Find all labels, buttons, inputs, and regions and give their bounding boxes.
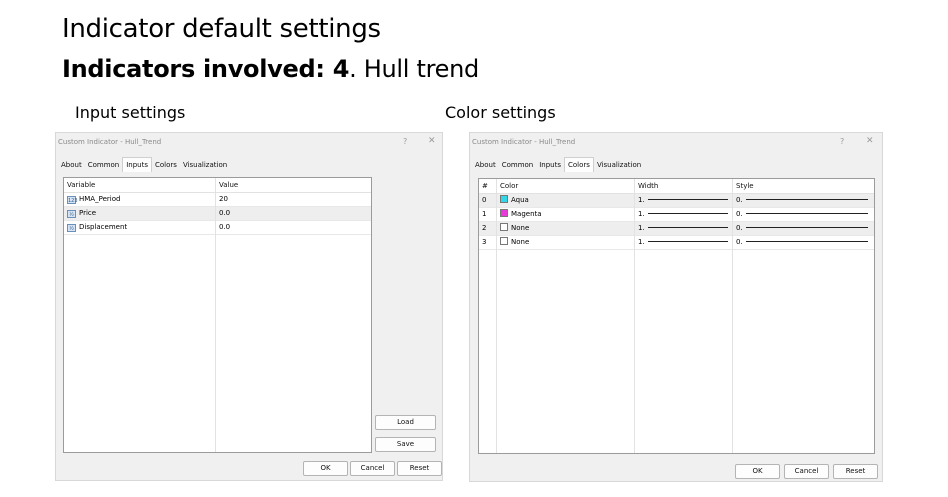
load-button[interactable]: Load [375,415,436,430]
ok-button[interactable]: OK [303,461,348,476]
variable-name: Displacement [79,223,128,231]
cancel-button[interactable]: Cancel [350,461,395,476]
row-index: 1 [482,210,487,218]
input-settings-caption: Input settings [75,103,186,122]
style-line-sample [745,199,868,200]
line-style[interactable]: 0. [736,210,743,218]
tab-visualization[interactable]: Visualization [594,159,644,171]
style-line-sample [745,241,868,242]
row-index: 0 [482,196,487,204]
save-button[interactable]: Save [375,437,436,452]
color-name[interactable]: Aqua [511,196,529,204]
color-name[interactable]: None [511,238,529,246]
double-type-icon: ½ [67,210,76,218]
table-row[interactable]: ½ Price 0.0 [64,207,371,221]
variable-value[interactable]: 0.0 [216,207,230,220]
column-index[interactable]: # [479,179,497,193]
variable-name: Price [79,209,97,217]
ok-button[interactable]: OK [735,464,780,479]
column-divider [215,178,216,452]
tab-colors[interactable]: Colors [564,157,594,172]
color-settings-caption: Color settings [445,103,556,122]
inputs-table: Variable Value 123HMA_Period 20 ½ Price 0… [63,177,372,453]
inputs-dialog: Custom Indicator - Hull_Trend ? ✕ About … [55,132,443,481]
table-row[interactable]: 3 None 1. 0. [479,236,874,250]
width-line-sample [647,241,728,242]
colors-table: # Color Width Style 0 Aqua 1. 0. 1 Magen… [478,178,875,454]
color-swatch[interactable] [500,195,508,203]
table-header: Variable Value [64,178,371,193]
width-line-sample [647,227,728,228]
slide-subtitle: Indicators involved: 4. Hull trend [62,55,479,83]
width-line-sample [647,199,728,200]
tab-inputs[interactable]: Inputs [122,157,153,172]
line-width[interactable]: 1. [638,210,645,218]
tab-about[interactable]: About [58,159,85,171]
reset-button[interactable]: Reset [833,464,878,479]
column-divider [732,179,733,453]
help-icon[interactable]: ? [403,137,407,146]
line-style[interactable]: 0. [736,196,743,204]
color-name[interactable]: None [511,224,529,232]
line-width[interactable]: 1. [638,238,645,246]
width-line-sample [647,213,728,214]
column-style[interactable]: Style [733,179,872,193]
column-divider [496,179,497,453]
line-width[interactable]: 1. [638,196,645,204]
subtitle-bold: Indicators involved: 4 [62,55,350,83]
tab-inputs[interactable]: Inputs [536,159,564,171]
color-name[interactable]: Magenta [511,210,542,218]
table-row[interactable]: 2 None 1. 0. [479,222,874,236]
cancel-button[interactable]: Cancel [784,464,829,479]
tab-about[interactable]: About [472,159,499,171]
color-swatch[interactable] [500,237,508,245]
colors-dialog: Custom Indicator - Hull_Trend ? ✕ About … [469,132,883,482]
dialog-tabs: About Common Inputs Colors Visualization [472,157,644,172]
color-swatch[interactable] [500,223,508,231]
table-row[interactable]: 0 Aqua 1. 0. [479,194,874,208]
dialog-title: Custom Indicator - Hull_Trend [58,138,162,146]
tab-visualization[interactable]: Visualization [180,159,230,171]
row-index: 3 [482,238,487,246]
integer-type-icon: 123 [67,196,78,204]
row-index: 2 [482,224,487,232]
variable-value[interactable]: 20 [216,193,228,206]
tab-common[interactable]: Common [85,159,123,171]
double-type-icon: ½ [67,224,76,232]
column-color[interactable]: Color [497,179,635,193]
variable-value[interactable]: 0.0 [216,221,230,234]
column-variable[interactable]: Variable [64,178,216,192]
close-icon[interactable]: ✕ [428,136,436,146]
dialog-title: Custom Indicator - Hull_Trend [472,138,576,146]
reset-button[interactable]: Reset [397,461,442,476]
style-line-sample [745,227,868,228]
column-width[interactable]: Width [635,179,733,193]
line-style[interactable]: 0. [736,238,743,246]
column-value[interactable]: Value [216,178,369,192]
table-header: # Color Width Style [479,179,874,194]
close-icon[interactable]: ✕ [866,136,874,146]
subtitle-rest: . Hull trend [349,55,479,83]
style-line-sample [745,213,868,214]
column-divider [634,179,635,453]
tab-common[interactable]: Common [499,159,537,171]
table-row[interactable]: 123HMA_Period 20 [64,193,371,207]
variable-name: HMA_Period [79,195,121,203]
line-width[interactable]: 1. [638,224,645,232]
slide-title: Indicator default settings [62,14,381,44]
table-row[interactable]: 1 Magenta 1. 0. [479,208,874,222]
table-row[interactable]: ½ Displacement 0.0 [64,221,371,235]
dialog-tabs: About Common Inputs Colors Visualization [58,157,230,172]
color-swatch[interactable] [500,209,508,217]
tab-colors[interactable]: Colors [152,159,180,171]
line-style[interactable]: 0. [736,224,743,232]
help-icon[interactable]: ? [840,137,844,146]
